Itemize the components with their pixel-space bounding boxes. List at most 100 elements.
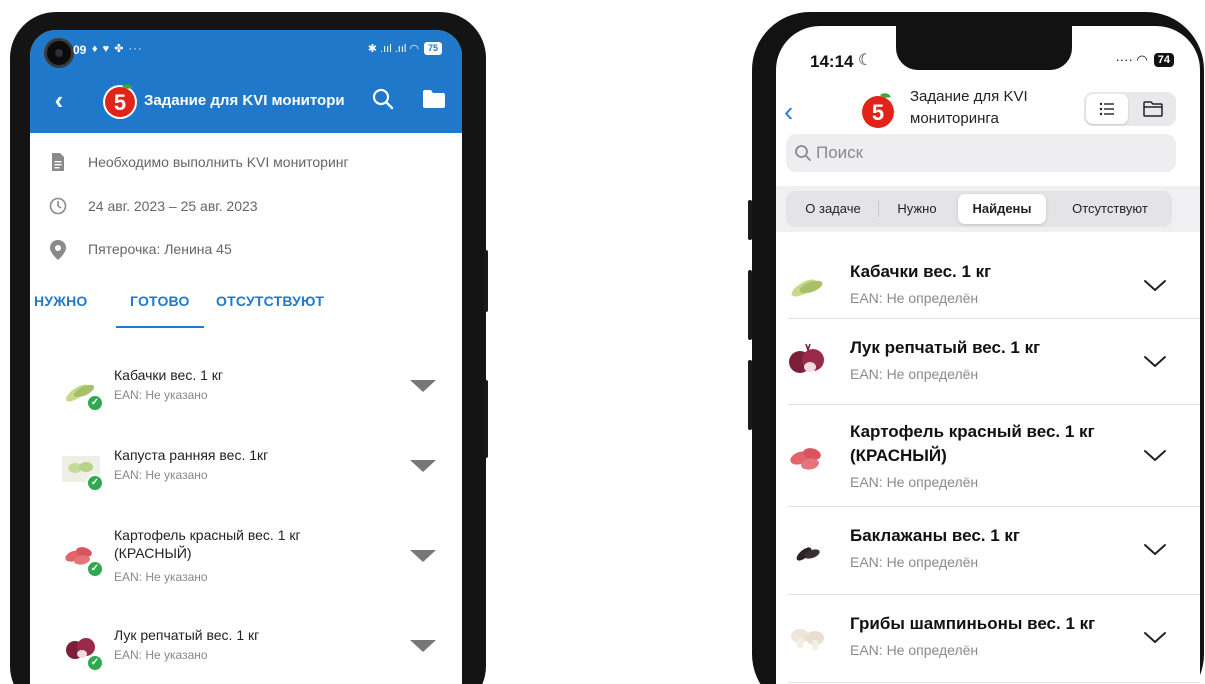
battery-icon: 75 [423, 42, 442, 55]
active-tab-indicator [116, 326, 204, 328]
list-icon[interactable] [1086, 94, 1128, 124]
item-ean: EAN: Не указано [114, 388, 208, 402]
item-title: Капуста ранняя вес. 1кг [114, 447, 269, 463]
row-divider [788, 682, 1200, 683]
item-ean: EAN: Не указано [114, 570, 208, 584]
item-title: Лук репчатый вес. 1 кг [850, 338, 1041, 357]
check-icon: ✓ [86, 474, 104, 492]
tab-done[interactable]: ГОТОВО [130, 293, 190, 309]
item-ean: EAN: Не определён [850, 366, 979, 382]
list-item[interactable]: Баклажаны вес. 1 кг EAN: Не определён [776, 508, 1200, 594]
folder-icon[interactable] [1138, 96, 1168, 122]
android-volume-button [484, 250, 488, 312]
tab-missing[interactable]: Отсутствуют [1052, 191, 1168, 227]
page-title: Задание для KVI мониторинга [910, 88, 1028, 127]
item-ean: EAN: Не определён [850, 642, 979, 658]
search-icon [794, 144, 812, 162]
ios-tab-bar: О задаче Нужно Найдены Отсутствуют [776, 186, 1200, 232]
product-image-onion [786, 338, 830, 382]
location-pin-icon [48, 239, 68, 260]
item-ean: EAN: Не определён [850, 554, 979, 570]
check-icon: ✓ [86, 394, 104, 412]
status-time: 09 [73, 43, 87, 57]
row-divider [788, 404, 1200, 405]
tab-found[interactable]: Найдены [958, 194, 1046, 224]
iphone-screen: 14:14 ☾ ···· ◠ 74 ‹ 5 Задание для KVI мо… [776, 26, 1200, 684]
list-item[interactable]: ✓ Кабачки вес. 1 кг EAN: Не указано [30, 366, 462, 436]
svg-text:5: 5 [872, 100, 884, 125]
list-item[interactable]: ✓ Капуста ранняя вес. 1кг EAN: Не указан… [30, 446, 462, 516]
folder-icon[interactable] [422, 89, 446, 109]
back-chevron-icon[interactable]: ‹ [784, 98, 793, 126]
list-item[interactable]: Лук репчатый вес. 1 кг EAN: Не определён [776, 320, 1200, 406]
row-divider [788, 506, 1200, 507]
row-divider [788, 318, 1200, 319]
tab-about[interactable]: О задаче [790, 191, 876, 227]
android-status-bar: 09 ♦ ♥ ✤ ··· ✱ .ııl .ııl ◠ 75 [30, 30, 462, 70]
task-store-row: Пятерочка: Ленина 45 [30, 229, 462, 269]
iphone-mute-switch [748, 200, 752, 240]
chevron-down-icon[interactable] [1142, 448, 1168, 464]
document-icon [48, 152, 68, 172]
product-image-potato [786, 436, 830, 480]
task-description: Необходимо выполнить KVI мониторинг [88, 154, 349, 170]
check-icon: ✓ [86, 560, 104, 578]
task-dates-row: 24 авг. 2023 – 25 авг. 2023 [30, 186, 462, 226]
list-item[interactable]: ✓ Лук репчатый вес. 1 кг EAN: Не указано [30, 626, 462, 684]
tab-needed[interactable]: НУЖНО [34, 293, 87, 309]
row-divider [788, 594, 1200, 595]
item-title: Картофель красный вес. 1 кг (КРАСНЫЙ) [114, 527, 301, 561]
logo-icon: 5 [858, 90, 898, 135]
chevron-down-icon[interactable] [1142, 354, 1168, 370]
svg-text:5: 5 [114, 90, 126, 115]
back-icon[interactable]: ‹ [44, 86, 74, 116]
item-ean: EAN: Не указано [114, 468, 208, 482]
tab-missing[interactable]: ОТСУТСТВУЮТ [216, 293, 324, 309]
view-toggle[interactable] [1084, 92, 1176, 126]
item-title: Кабачки вес. 1 кг [850, 262, 992, 281]
iphone-volume-up [748, 270, 752, 340]
search-icon[interactable] [370, 86, 396, 112]
android-app-bar: ‹ 5 Задание для KVI монитори [30, 74, 462, 129]
caret-down-icon[interactable] [410, 640, 436, 652]
list-item[interactable]: Грибы шампиньоны вес. 1 кг EAN: Не опред… [776, 596, 1200, 682]
status-icons: ✱ .ııl .ııl ◠ 75 [368, 42, 442, 55]
task-store: Пятерочка: Ленина 45 [88, 241, 232, 257]
product-image-mushrooms [786, 616, 830, 660]
clock-icon [48, 196, 68, 216]
chevron-down-icon[interactable] [1142, 278, 1168, 294]
android-top-bar: 09 ♦ ♥ ✤ ··· ✱ .ııl .ııl ◠ 75 ‹ 5 Задани… [30, 30, 462, 133]
item-title: Кабачки вес. 1 кг [114, 367, 223, 383]
segmented-control: О задаче Нужно Найдены Отсутствуют [786, 191, 1172, 227]
app-title: Задание для KVI монитори [144, 92, 345, 109]
caret-down-icon[interactable] [410, 550, 436, 562]
battery-icon: 74 [1153, 53, 1174, 67]
segment-divider [878, 201, 879, 217]
item-title: Грибы шампиньоны вес. 1 кг [850, 614, 1096, 633]
notch [896, 26, 1072, 70]
check-icon: ✓ [86, 654, 104, 672]
status-icons: ···· ◠ 74 [1115, 52, 1174, 68]
tab-needed[interactable]: Нужно [880, 191, 954, 227]
list-item[interactable]: Картофель красный вес. 1 кг (КРАСНЫЙ) EA… [776, 406, 1200, 506]
list-item[interactable]: ✓ Картофель красный вес. 1 кг (КРАСНЫЙ) … [30, 526, 462, 596]
moon-icon: ☾ [858, 52, 873, 69]
camera-hole [44, 38, 74, 68]
notification-icons: ♦ ♥ ✤ ··· [92, 43, 143, 55]
chevron-down-icon[interactable] [1142, 630, 1168, 646]
item-title: Баклажаны вес. 1 кг [850, 526, 1020, 545]
logo-icon: 5 [100, 80, 140, 125]
caret-down-icon[interactable] [410, 460, 436, 472]
chevron-down-icon[interactable] [1142, 542, 1168, 558]
item-ean: EAN: Не определён [850, 474, 979, 490]
android-power-button [484, 380, 488, 458]
product-image-eggplant [786, 528, 830, 572]
android-tabs: НУЖНО ГОТОВО ОТСУТСТВУЮТ [30, 285, 462, 331]
signal-icon: ✱ .ııl .ııl ◠ [367, 43, 419, 55]
item-title: Картофель красный вес. 1 кг (КРАСНЫЙ) [850, 422, 1095, 465]
item-ean: EAN: Не указано [114, 648, 208, 662]
item-ean: EAN: Не определён [850, 290, 979, 306]
task-dates: 24 авг. 2023 – 25 авг. 2023 [88, 198, 258, 214]
caret-down-icon[interactable] [410, 380, 436, 392]
search-input[interactable]: Поиск [786, 134, 1176, 172]
